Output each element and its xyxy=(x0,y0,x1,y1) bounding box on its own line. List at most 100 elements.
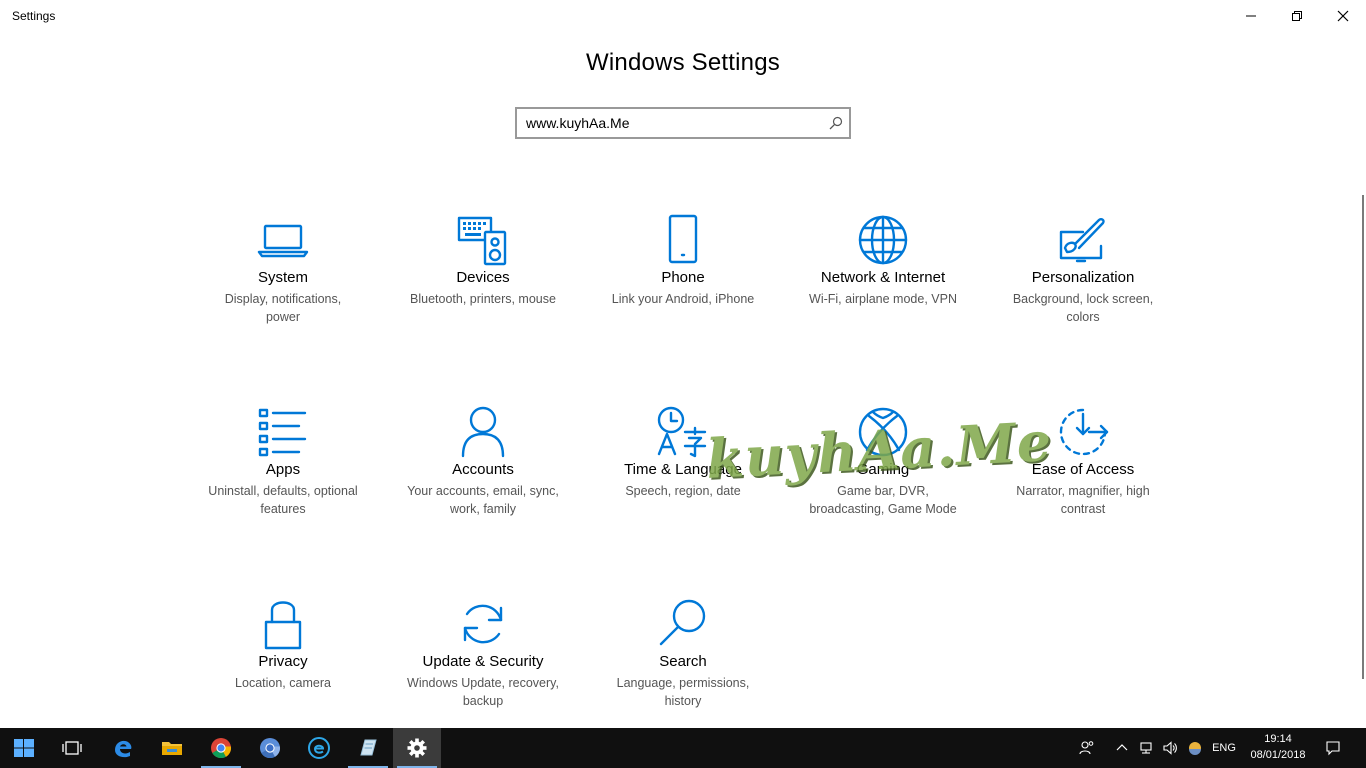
search-box[interactable] xyxy=(515,107,851,139)
people-button[interactable] xyxy=(1076,728,1098,768)
tile-description-line: Background, lock screen, xyxy=(1012,292,1154,306)
browser-button[interactable] xyxy=(295,728,343,768)
tile-name: Privacy xyxy=(258,653,308,670)
tile-description-line: history xyxy=(664,694,702,708)
tile-search[interactable]: Search Language, permissions, history xyxy=(583,596,783,716)
tile-network-internet[interactable]: Network & Internet Wi-Fi, airplane mode, … xyxy=(783,212,983,332)
tile-description-line: Bluetooth, printers, mouse xyxy=(410,292,556,306)
tile-description: Narrator, magnifier, high contrast xyxy=(993,482,1173,518)
edge-icon xyxy=(115,740,132,758)
settings-taskbar-button[interactable] xyxy=(393,728,441,768)
tile-description-line: Display, notifications, xyxy=(224,292,342,306)
windows-logo-icon xyxy=(14,739,34,757)
tile-description: Windows Update, recovery, backup xyxy=(393,674,573,710)
tile-description-line: Windows Update, recovery, xyxy=(407,676,559,690)
tile-description: Game bar, DVR, broadcasting, Game Mode xyxy=(793,482,973,518)
tile-name: Personalization xyxy=(1031,269,1135,286)
restore-icon xyxy=(1292,11,1302,21)
chrome-button[interactable] xyxy=(197,728,245,768)
weather-button[interactable] xyxy=(1185,728,1205,768)
tile-time-language[interactable]: Time & Language Speech, region, date xyxy=(583,404,783,524)
tile-description: Link your Android, iPhone xyxy=(593,290,773,308)
tile-name: Gaming xyxy=(856,461,910,478)
action-center-button[interactable] xyxy=(1322,728,1344,768)
tile-system[interactable]: System Display, notifications, power xyxy=(183,212,383,332)
chromium-button[interactable] xyxy=(246,728,294,768)
speaker-icon xyxy=(1163,741,1177,755)
tile-description: Your accounts, email, sync, work, family xyxy=(393,482,573,518)
tile-description-line: backup xyxy=(462,694,504,708)
xbox-icon xyxy=(855,404,911,460)
search-input[interactable] xyxy=(526,113,816,133)
task-view-icon xyxy=(62,741,82,755)
browser-e-icon xyxy=(308,737,330,759)
tile-description-line: Wi-Fi, airplane mode, VPN xyxy=(809,292,957,306)
notes-app-icon xyxy=(360,739,377,756)
network-wired-icon xyxy=(1140,742,1152,754)
tile-apps[interactable]: Apps Uninstall, defaults, optional feature… xyxy=(183,404,383,524)
tile-phone[interactable]: Phone Link your Android, iPhone xyxy=(583,212,783,332)
input-language[interactable]: ENG xyxy=(1206,728,1242,768)
person-icon xyxy=(455,404,511,460)
tile-description-line: work, family xyxy=(450,502,516,516)
minimize-button[interactable] xyxy=(1228,0,1274,32)
tile-name: Devices xyxy=(456,269,510,286)
search-icon[interactable] xyxy=(829,116,843,130)
tile-description-line: Your accounts, email, sync, xyxy=(407,484,559,498)
close-icon xyxy=(1337,10,1349,22)
clock-time: 19:14 xyxy=(1264,733,1292,745)
tile-ease-of-access[interactable]: Ease of Access Narrator, magnifier, high c… xyxy=(983,404,1183,524)
tile-description-line: Speech, region, date xyxy=(625,484,741,498)
tile-name: Search xyxy=(659,653,707,670)
tile-description-line: colors xyxy=(1066,310,1100,324)
tile-update-security[interactable]: Update & Security Windows Update, recover… xyxy=(383,596,583,716)
chevron-up-icon xyxy=(1116,744,1128,751)
title-bar: Settings xyxy=(0,0,1366,32)
tile-description: Display, notifications, power xyxy=(193,290,373,326)
laptop-icon xyxy=(255,212,311,268)
tile-description-line: Link your Android, iPhone xyxy=(611,292,755,306)
ease-of-access-icon xyxy=(1055,404,1111,460)
clock-date: 08/01/2018 xyxy=(1250,749,1306,761)
tile-description-line: features xyxy=(260,502,306,516)
edge-button[interactable] xyxy=(99,728,147,768)
notes-app-button[interactable] xyxy=(344,728,392,768)
tile-description-line: power xyxy=(265,310,301,324)
scrollbar[interactable] xyxy=(1362,195,1364,679)
tile-name: Apps xyxy=(265,461,301,478)
globe-icon xyxy=(855,212,911,268)
tile-description-line: Narrator, magnifier, high xyxy=(1016,484,1150,498)
volume-button[interactable] xyxy=(1160,728,1180,768)
tile-privacy[interactable]: Privacy Location, camera xyxy=(183,596,383,716)
tile-devices[interactable]: Devices Bluetooth, printers, mouse xyxy=(383,212,583,332)
app-title: Settings xyxy=(12,9,56,23)
chromium-icon xyxy=(260,738,281,759)
tile-accounts[interactable]: Accounts Your accounts, email, sync, work,… xyxy=(383,404,583,524)
tile-description: Uninstall, defaults, optional features xyxy=(193,482,373,518)
restore-button[interactable] xyxy=(1274,0,1320,32)
show-hidden-icons-button[interactable] xyxy=(1112,728,1132,768)
tile-name: Time & Language xyxy=(624,461,742,478)
tile-description: Background, lock screen, colors xyxy=(993,290,1173,326)
minimize-icon xyxy=(1246,15,1256,17)
settings-window: Settings Windows Settings System Display,… xyxy=(0,0,1366,728)
tile-personalization[interactable]: Personalization Background, lock screen, c… xyxy=(983,212,1183,332)
tile-description: Location, camera xyxy=(193,674,373,692)
tile-gaming[interactable]: Gaming Game bar, DVR, broadcasting, Game M… xyxy=(783,404,983,524)
clock[interactable]: 19:14 08/01/2018 xyxy=(1244,731,1312,767)
tile-description-line: Game bar, DVR, xyxy=(837,484,929,498)
tile-description: Language, permissions, history xyxy=(593,674,773,710)
start-button[interactable] xyxy=(0,728,48,768)
chrome-icon xyxy=(211,738,232,759)
lock-icon xyxy=(255,596,311,652)
phone-icon xyxy=(655,212,711,268)
tile-description-line: Location, camera xyxy=(235,676,331,690)
network-button[interactable] xyxy=(1137,728,1157,768)
file-explorer-button[interactable] xyxy=(148,728,196,768)
task-view-button[interactable] xyxy=(48,728,96,768)
tile-description-line: Uninstall, defaults, optional xyxy=(208,484,358,498)
tile-name: Ease of Access xyxy=(1031,461,1135,478)
close-button[interactable] xyxy=(1320,0,1366,32)
time-language-icon xyxy=(655,404,711,460)
tile-description-line: Language, permissions, xyxy=(616,676,750,690)
